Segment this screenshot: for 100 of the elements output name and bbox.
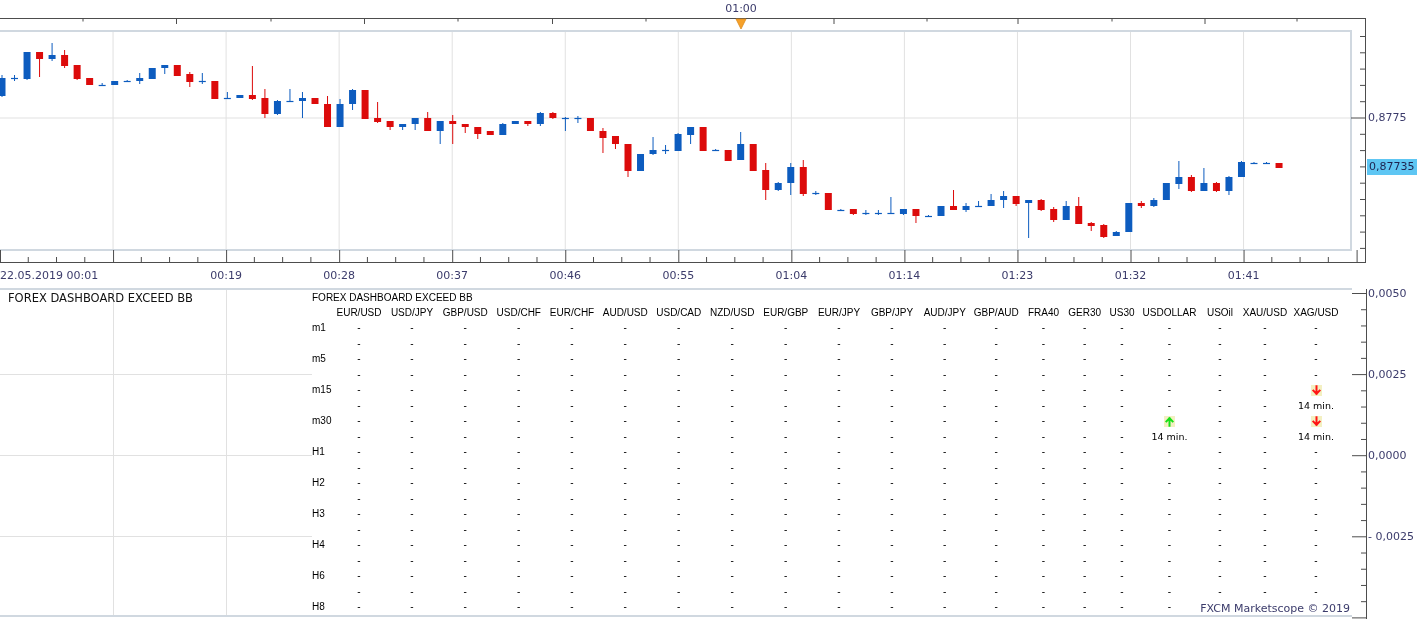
table-cell: -: [677, 322, 681, 335]
table-cell: -: [1218, 585, 1222, 598]
marker-label: 01:00: [725, 2, 757, 16]
table-cell: -: [1120, 554, 1124, 567]
table-cell: -: [1120, 353, 1124, 366]
table-cell: -: [943, 585, 947, 598]
table-cell: -: [730, 415, 734, 428]
table-cell: -: [1314, 353, 1318, 366]
table-cell: -: [943, 322, 947, 335]
marker-icon: [735, 18, 747, 30]
table-cell: -: [1218, 477, 1222, 490]
table-cell: -: [837, 337, 841, 350]
price-label: 0,8775: [1368, 111, 1407, 125]
table-cell: -: [1218, 570, 1222, 583]
table-cell: -: [837, 539, 841, 552]
table-cell: -: [1263, 508, 1267, 521]
table-cell: -: [357, 492, 361, 505]
table-cell: -: [357, 322, 361, 335]
table-cell: -: [837, 461, 841, 474]
table-cell: -: [943, 523, 947, 536]
table-cell: -: [1218, 399, 1222, 412]
table-cell: -: [570, 446, 574, 459]
table-cell: -: [994, 523, 998, 536]
up-arrow-icon: [1164, 415, 1175, 427]
table-cell: -: [943, 368, 947, 381]
table-cell: -: [623, 399, 627, 412]
table-cell: -: [623, 430, 627, 443]
table-cell: -: [517, 539, 521, 552]
table-cell: -: [570, 601, 574, 614]
table-cell: -: [1041, 368, 1046, 381]
table-cell: -: [890, 384, 894, 397]
table-cell: -: [570, 523, 574, 536]
time-label: 01:04: [775, 269, 808, 283]
table-cell: -: [784, 523, 788, 536]
value-label: 0,0000: [1368, 448, 1407, 463]
table-cell: -: [943, 430, 947, 443]
table-cell: -: [943, 554, 947, 567]
table-cell: -: [623, 508, 627, 521]
table-cell: -: [890, 492, 894, 505]
table-cell: -: [730, 446, 734, 459]
table-cell: -: [784, 492, 788, 505]
table-cell: -: [1041, 430, 1046, 443]
table-cell: -: [463, 446, 467, 459]
table-cell: -: [837, 523, 841, 536]
table-cell: -: [943, 477, 947, 490]
timeframe-label: m1: [312, 322, 326, 335]
table-cell: -: [890, 601, 894, 614]
column-header: XAU/USD: [1242, 306, 1288, 319]
table-cell: -: [784, 353, 788, 366]
table-cell: -: [1218, 353, 1222, 366]
table-cell: -: [410, 415, 414, 428]
column-header: GBP/JPY: [870, 306, 914, 319]
table-cell: -: [570, 384, 574, 397]
table-cell: -: [1314, 322, 1318, 335]
table-cell: -: [994, 554, 998, 567]
table-cell: -: [1314, 337, 1318, 350]
table-cell: -: [994, 492, 998, 505]
table-cell: -: [623, 570, 627, 583]
table-cell: -: [994, 368, 998, 381]
table-cell: -: [943, 508, 947, 521]
table-cell: -: [677, 554, 681, 567]
table-cell: -: [1041, 461, 1046, 474]
table-cell: -: [1218, 508, 1222, 521]
table-cell: -: [357, 399, 361, 412]
table-cell: -: [623, 337, 627, 350]
timeframe-label: H1: [312, 446, 325, 459]
table-cell: -: [784, 337, 788, 350]
table-cell: -: [890, 353, 894, 366]
table-cell: -: [623, 353, 627, 366]
table-cell: -: [1263, 585, 1267, 598]
table-cell: -: [410, 399, 414, 412]
table-cell: -: [1263, 446, 1267, 459]
timeframe-label: H4: [312, 539, 325, 552]
table-cell: -: [1120, 415, 1124, 428]
table-cell: -: [1263, 523, 1267, 536]
time-label: 00:28: [323, 269, 355, 283]
table-cell: -: [890, 461, 894, 474]
time-label: 01:23: [1001, 269, 1034, 283]
table-cell: -: [837, 601, 841, 614]
table-cell: -: [1167, 523, 1172, 536]
table-cell: -: [517, 446, 521, 459]
table-cell: -: [994, 461, 998, 474]
table-cell: -: [1167, 601, 1172, 614]
table-cell: -: [1083, 461, 1087, 474]
table-cell: -: [1263, 384, 1267, 397]
table-cell: -: [677, 384, 681, 397]
table-cell: -: [517, 492, 521, 505]
table-cell: -: [943, 492, 947, 505]
table-cell: -: [730, 353, 734, 366]
table-cell: -: [730, 461, 734, 474]
table-cell: -: [1218, 430, 1222, 443]
table-cell: -: [730, 492, 734, 505]
table-cell: -: [1167, 461, 1172, 474]
table-cell: -: [1314, 368, 1318, 381]
table-cell: -: [943, 337, 947, 350]
table-cell: -: [570, 570, 574, 583]
table-cell: -: [517, 585, 521, 598]
table-cell: -: [784, 415, 788, 428]
table-cell: -: [1083, 554, 1087, 567]
column-header: FRA40: [1027, 306, 1060, 319]
